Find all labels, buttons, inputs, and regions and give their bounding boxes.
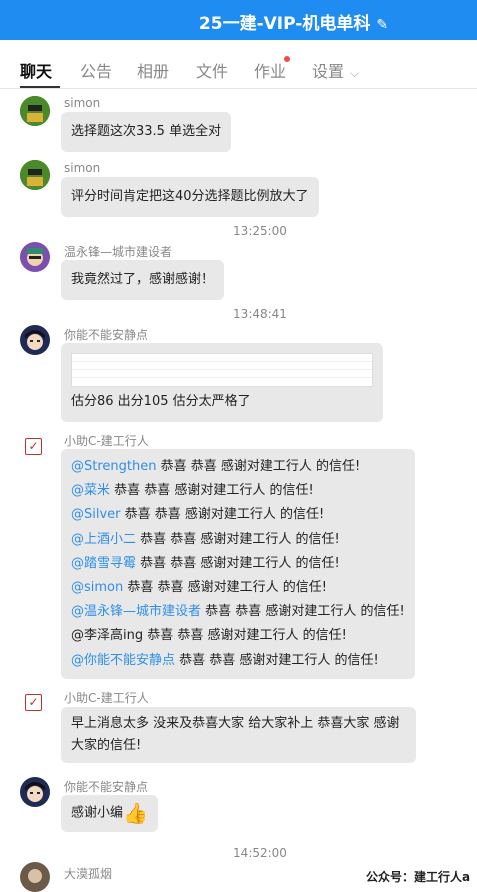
- timestamp: 13:48:41: [233, 307, 287, 321]
- mention-link[interactable]: @上酒小二: [71, 532, 136, 547]
- message-bubble[interactable]: 我竟然过了，感谢感谢！: [61, 260, 225, 300]
- mention-link[interactable]: @Strengthen: [71, 459, 156, 474]
- message-bubble[interactable]: 评分时间肯定把这40分选择题比例放大了: [61, 177, 319, 217]
- mention-line: @Strengthen 恭喜 恭喜 感谢对建工行人 的信任!: [71, 459, 361, 474]
- mention-line: @上酒小二 恭喜 恭喜 感谢对建工行人 的信任!: [71, 531, 340, 547]
- mention-line: @Silver 恭喜 恭喜 感谢对建工行人 的信任!: [71, 507, 325, 523]
- mention-line: @菜米 恭喜 恭喜 感谢对建工行人 的信任!: [71, 483, 314, 499]
- tab-homework[interactable]: 作业: [254, 58, 286, 82]
- message-bubble[interactable]: 估分86 出分105 估分太严格了: [61, 343, 383, 422]
- avatar[interactable]: [20, 325, 50, 355]
- tab-settings-label: 设置: [312, 62, 345, 81]
- group-title-text: 25一建-VIP-机电单科: [198, 14, 371, 34]
- mention-link[interactable]: @simon: [71, 580, 123, 595]
- chevron-down-icon: ⌵: [350, 66, 360, 80]
- avatar[interactable]: [20, 242, 50, 272]
- timestamp: 13:25:00: [233, 224, 287, 238]
- mention-line: @温永锋—城市建设者 恭喜 恭喜 感谢对建工行人 的信任!: [71, 604, 405, 620]
- avatar[interactable]: [20, 160, 50, 190]
- message-text: 估分86 出分105 估分太严格了: [71, 394, 251, 409]
- mention-line: @踏雪寻霉 恭喜 恭喜 感谢对建工行人 的信任!: [71, 555, 340, 571]
- sender-name: 大漠孤烟: [64, 867, 113, 881]
- thumbs-up-icon: 👍: [123, 801, 148, 825]
- sender-name: 温永锋—城市建设者: [64, 245, 173, 259]
- tab-announcement[interactable]: 公告: [80, 58, 112, 82]
- mention-link[interactable]: @踏雪寻霉: [71, 556, 136, 571]
- tab-chat[interactable]: 聊天: [20, 58, 52, 82]
- tab-settings[interactable]: 设置 ⌵: [312, 58, 359, 82]
- checkbox-icon[interactable]: ✓: [25, 438, 42, 455]
- mention-line: @李泽高ing 恭喜 恭喜 感谢对建工行人 的信任!: [71, 628, 347, 644]
- avatar[interactable]: [20, 96, 50, 126]
- message-bubble[interactable]: 早上消息太多 没来及恭喜大家 给大家补上 恭喜大家 感谢大家的信任!: [61, 707, 416, 763]
- avatar[interactable]: [20, 777, 50, 807]
- avatar[interactable]: [20, 862, 50, 892]
- sender-name: simon: [64, 96, 101, 110]
- message-bubble[interactable]: 感谢小编👍: [61, 795, 158, 832]
- timestamp: 14:52:00: [233, 846, 287, 860]
- sender-name: simon: [64, 161, 101, 175]
- message-text: 感谢小编: [71, 805, 124, 821]
- sender-name: 小助C-建工行人: [64, 434, 149, 448]
- checkbox-icon[interactable]: ✓: [25, 694, 42, 711]
- mention-link[interactable]: @Silver: [71, 507, 121, 522]
- group-title[interactable]: 25一建-VIP-机电单科 ✎: [0, 9, 477, 34]
- active-tab-indicator: [20, 86, 60, 88]
- message-bubble[interactable]: 选择题这次33.5 单选全对: [61, 112, 232, 152]
- attached-table-image[interactable]: [71, 353, 373, 387]
- notification-dot: [284, 56, 290, 62]
- sender-name: 你能不能安静点: [64, 780, 149, 794]
- mention-link[interactable]: @温永锋—城市建设者: [71, 604, 201, 619]
- tab-album[interactable]: 相册: [137, 58, 169, 82]
- sender-name: 小助C-建工行人: [64, 691, 149, 705]
- edit-icon[interactable]: ✎: [376, 17, 388, 33]
- mention-line: @你能不能安静点 恭喜 恭喜 感谢对建工行人 的信任!: [71, 652, 379, 668]
- message-bubble[interactable]: @Strengthen 恭喜 恭喜 感谢对建工行人 的信任! @菜米 恭喜 恭喜…: [61, 449, 415, 679]
- watermark: 公众号：建工行人a: [366, 870, 471, 884]
- group-header: 25一建-VIP-机电单科 ✎: [0, 0, 477, 40]
- mention-line: @simon 恭喜 恭喜 感谢对建工行人 的信任!: [71, 580, 327, 596]
- sender-name: 你能不能安静点: [64, 328, 149, 342]
- tab-bar: 聊天 公告 相册 文件 作业 设置 ⌵: [0, 40, 477, 89]
- mention-link[interactable]: @菜米: [71, 483, 110, 498]
- mention-link[interactable]: @你能不能安静点: [71, 653, 175, 668]
- tab-files[interactable]: 文件: [196, 58, 228, 82]
